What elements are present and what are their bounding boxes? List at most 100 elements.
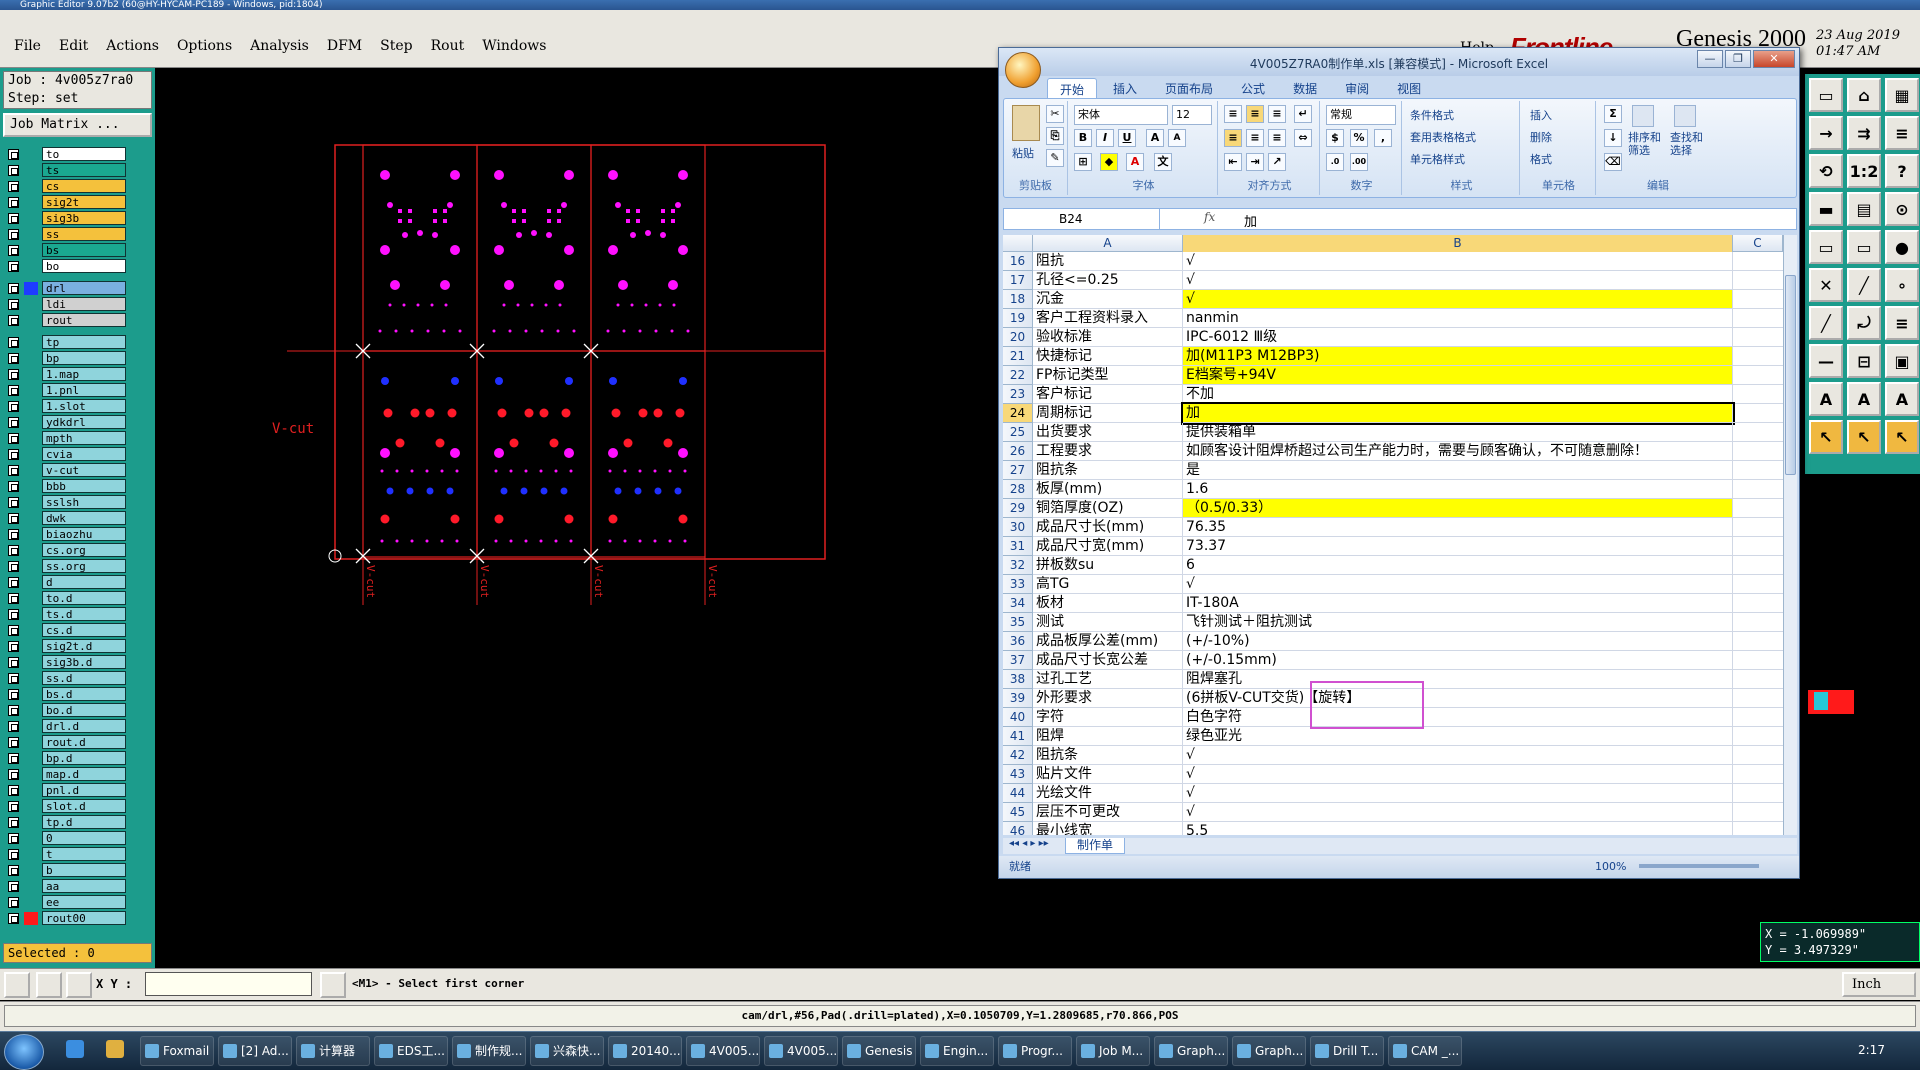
layer-name[interactable]: bs.d: [42, 687, 126, 701]
decrease-indent-icon[interactable]: ⇤: [1224, 153, 1242, 171]
layer-name[interactable]: bp: [42, 351, 126, 365]
cell-b[interactable]: (6拼板V-CUT交货)【旋转】: [1183, 689, 1733, 708]
layer-row[interactable]: ydkdrl: [4, 414, 126, 430]
taskbar-item[interactable]: CAM _...: [1388, 1036, 1462, 1066]
format-cells-button[interactable]: 格式: [1530, 151, 1552, 167]
zoom-slider[interactable]: [1639, 864, 1759, 868]
layer-checkbox[interactable]: [8, 337, 19, 348]
row-number[interactable]: 34: [1003, 594, 1033, 613]
row-number[interactable]: 24: [1003, 404, 1033, 423]
layer-row[interactable]: bp.d: [4, 750, 126, 766]
transform-icon[interactable]: ⇉: [1847, 116, 1881, 150]
row-number[interactable]: 25: [1003, 423, 1033, 442]
layer-checkbox[interactable]: [8, 769, 19, 780]
cell-c[interactable]: [1733, 518, 1783, 537]
row-number[interactable]: 40: [1003, 708, 1033, 727]
cell-b[interactable]: 如顾客设计阻焊桥超过公司生产能力时，需要与顾客确认，不可随意删除！: [1183, 442, 1733, 461]
restore-icon[interactable]: ❐: [1725, 50, 1751, 68]
layer-name[interactable]: cvia: [42, 447, 126, 461]
delete-cells-button[interactable]: 删除: [1530, 129, 1552, 145]
cell-a[interactable]: 沉金: [1033, 290, 1183, 309]
taskbar-item[interactable]: 20140...: [608, 1036, 682, 1066]
font-name-select[interactable]: 宋体: [1074, 105, 1168, 125]
layer-name[interactable]: sig2t: [42, 195, 126, 209]
row-number[interactable]: 35: [1003, 613, 1033, 632]
name-box[interactable]: B24: [1004, 209, 1160, 229]
row-number[interactable]: 23: [1003, 385, 1033, 404]
layer-name[interactable]: to: [42, 147, 126, 161]
column-header-c[interactable]: C: [1733, 235, 1783, 252]
layer-checkbox[interactable]: [8, 881, 19, 892]
layer-row[interactable]: drl.d: [4, 718, 126, 734]
row-number[interactable]: 18: [1003, 290, 1033, 309]
cell-b[interactable]: 76.35: [1183, 518, 1733, 537]
layer-name[interactable]: to.d: [42, 591, 126, 605]
box-icon[interactable]: ⊟: [1847, 344, 1881, 378]
cell-b[interactable]: 73.37: [1183, 537, 1733, 556]
taskbar-item[interactable]: 兴森快...: [530, 1036, 604, 1066]
clear-icon[interactable]: ⌫: [1604, 153, 1622, 171]
house-icon[interactable]: ⌂: [1847, 78, 1881, 112]
cell-b[interactable]: √: [1183, 575, 1733, 594]
layer-checkbox[interactable]: [8, 817, 19, 828]
align-top-icon[interactable]: ≡: [1224, 105, 1242, 123]
layer-name[interactable]: ts: [42, 163, 126, 177]
sheet-nav-icon[interactable]: ◂◂ ◂ ▸ ▸▸: [1009, 838, 1049, 849]
layer-row[interactable]: dwk: [4, 510, 126, 526]
folder-icon[interactable]: [106, 1040, 124, 1058]
layer-row[interactable]: ss.d: [4, 670, 126, 686]
cross-icon[interactable]: ✕: [1809, 268, 1843, 302]
cell-c[interactable]: [1733, 442, 1783, 461]
layer-checkbox[interactable]: [8, 245, 19, 256]
layer-row[interactable]: sig2t: [4, 194, 126, 210]
minimize-icon[interactable]: —: [1697, 50, 1723, 68]
bold-icon[interactable]: B: [1074, 129, 1092, 147]
taskbar-item[interactable]: Graph...: [1154, 1036, 1228, 1066]
layer-row[interactable]: bp: [4, 350, 126, 366]
tab-home[interactable]: 开始: [1047, 78, 1098, 98]
orientation-icon[interactable]: ↗: [1268, 153, 1286, 171]
layer-checkbox[interactable]: [8, 213, 19, 224]
fx-icon[interactable]: fx: [1204, 210, 1215, 224]
layer-checkbox[interactable]: [8, 833, 19, 844]
find-select-icon[interactable]: [1674, 105, 1696, 127]
triangle-a-icon[interactable]: A: [1809, 382, 1843, 416]
cell-a[interactable]: 铜箔厚度(OZ): [1033, 499, 1183, 518]
cell-a[interactable]: 孔径<=0.25: [1033, 271, 1183, 290]
layer-row[interactable]: bo.d: [4, 702, 126, 718]
row-number[interactable]: 28: [1003, 480, 1033, 499]
cell-c[interactable]: [1733, 309, 1783, 328]
layer-checkbox[interactable]: [8, 283, 19, 294]
row-number[interactable]: 37: [1003, 651, 1033, 670]
layer-checkbox[interactable]: [8, 229, 19, 240]
cell-b[interactable]: √: [1183, 784, 1733, 803]
layer-name[interactable]: ydkdrl: [42, 415, 126, 429]
layer-row[interactable]: rout: [4, 312, 126, 328]
menu-analysis[interactable]: Analysis: [250, 38, 309, 54]
cell-a[interactable]: 出货要求: [1033, 423, 1183, 442]
layer-row[interactable]: ts: [4, 162, 126, 178]
cell-c[interactable]: [1733, 290, 1783, 309]
paste-icon[interactable]: [1012, 105, 1040, 141]
cell-style-button[interactable]: 单元格样式: [1410, 151, 1465, 167]
cell-c[interactable]: [1733, 651, 1783, 670]
currency-icon[interactable]: $: [1326, 129, 1344, 147]
row-number[interactable]: 41: [1003, 727, 1033, 746]
underline-icon[interactable]: U: [1118, 129, 1136, 147]
cell-b[interactable]: IT-180A: [1183, 594, 1733, 613]
cell-b[interactable]: E档案号+94V: [1183, 366, 1733, 385]
align-right-icon[interactable]: ≡: [1268, 129, 1286, 147]
layer-checkbox[interactable]: [8, 561, 19, 572]
row-number[interactable]: 45: [1003, 803, 1033, 822]
align-bottom-icon[interactable]: ≡: [1268, 105, 1286, 123]
cell-c[interactable]: [1733, 328, 1783, 347]
layer-checkbox[interactable]: [8, 577, 19, 588]
cell-b[interactable]: √: [1183, 803, 1733, 822]
cell-c[interactable]: [1733, 499, 1783, 518]
row-number[interactable]: 22: [1003, 366, 1033, 385]
taskbar-item[interactable]: Progr...: [998, 1036, 1072, 1066]
layer-checkbox[interactable]: [8, 849, 19, 860]
row-number[interactable]: 27: [1003, 461, 1033, 480]
triangle-b-icon[interactable]: A: [1847, 382, 1881, 416]
layer-checkbox[interactable]: [8, 705, 19, 716]
